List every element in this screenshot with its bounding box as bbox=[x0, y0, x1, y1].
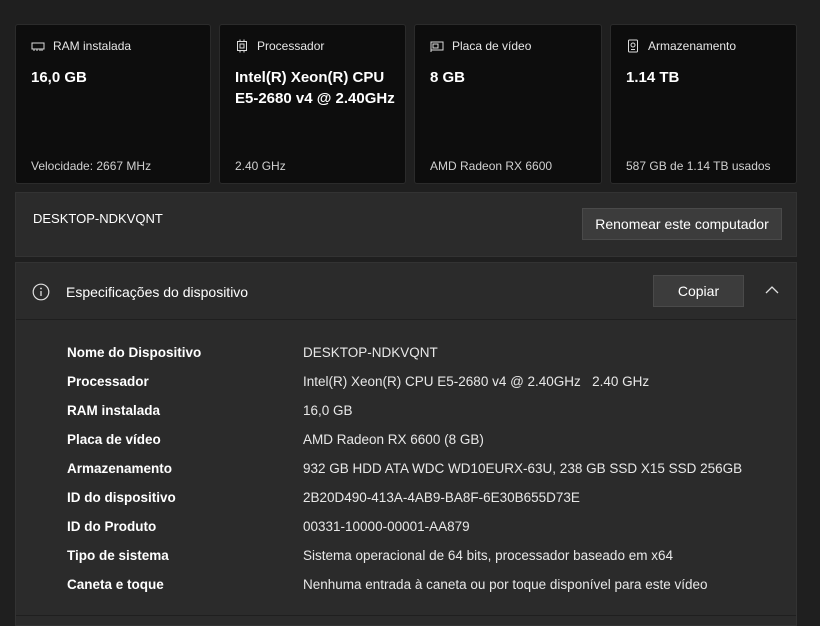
ram-icon bbox=[31, 42, 45, 51]
gpu-card-header: Placa de vídeo bbox=[430, 39, 531, 53]
processor-card-value: Intel(R) Xeon(R) CPU E5-2680 v4 @ 2.40GH… bbox=[235, 69, 395, 107]
processor-icon bbox=[237, 39, 247, 53]
gpu-card: Placa de vídeo 8 GB AMD Radeon RX 6600 bbox=[414, 24, 602, 184]
info-icon bbox=[32, 283, 50, 301]
ram-card-title: RAM instalada bbox=[53, 39, 132, 53]
computer-name-panel: DESKTOP-NDKVQNT Renomear este computador bbox=[15, 192, 797, 257]
storage-card-footer: 587 GB de 1.14 TB usados bbox=[626, 159, 771, 173]
spec-label: Nome do Dispositivo bbox=[67, 345, 202, 360]
spec-value: DESKTOP-NDKVQNT bbox=[303, 345, 438, 360]
gpu-card-title: Placa de vídeo bbox=[452, 39, 532, 53]
spec-value: 2B20D490-413A-4AB9-BA8F-6E30B655D73E bbox=[303, 490, 580, 505]
spec-label: ID do dispositivo bbox=[67, 490, 176, 505]
spec-label: ID do Produto bbox=[67, 519, 157, 534]
rename-computer-button[interactable]: Renomear este computador bbox=[582, 208, 782, 240]
ram-card-value: 16,0 GB bbox=[31, 69, 87, 86]
spec-label: Processador bbox=[67, 374, 149, 389]
device-specs-title: Especificações do dispositivo bbox=[66, 284, 249, 300]
spec-label: Caneta e toque bbox=[67, 577, 164, 592]
gpu-icon bbox=[430, 41, 444, 52]
storage-card: Armazenamento 1.14 TB 587 GB de 1.14 TB … bbox=[610, 24, 797, 184]
spec-value: Nenhuma entrada à caneta ou por toque di… bbox=[303, 577, 708, 592]
spec-label: Placa de vídeo bbox=[67, 432, 161, 447]
spec-value: 00331-10000-00001-AA879 bbox=[303, 519, 470, 534]
spec-label: Tipo de sistema bbox=[67, 548, 169, 563]
processor-card-footer: 2.40 GHz bbox=[235, 159, 286, 173]
device-specs-panel: Especificações do dispositivo Copiar Nom… bbox=[15, 262, 797, 626]
storage-card-header: Armazenamento bbox=[626, 39, 736, 53]
device-specs-header[interactable]: Especificações do dispositivo Copiar bbox=[16, 263, 796, 320]
spec-value: 16,0 GB bbox=[303, 403, 353, 418]
storage-card-value: 1.14 TB bbox=[626, 69, 680, 86]
gpu-card-value: 8 GB bbox=[430, 69, 466, 86]
spec-value: AMD Radeon RX 6600 (8 GB) bbox=[303, 432, 484, 447]
spec-label: RAM instalada bbox=[67, 403, 161, 418]
spec-value: Sistema operacional de 64 bits, processa… bbox=[303, 548, 673, 563]
ram-card: RAM instalada 16,0 GB Velocidade: 2667 M… bbox=[15, 24, 211, 184]
storage-card-title: Armazenamento bbox=[648, 39, 737, 53]
spec-value: Intel(R) Xeon(R) CPU E5-2680 v4 @ 2.40GH… bbox=[303, 374, 650, 389]
storage-icon bbox=[628, 39, 638, 53]
divider bbox=[16, 615, 796, 616]
spec-value: 932 GB HDD ATA WDC WD10EURX-63U, 238 GB … bbox=[303, 461, 743, 476]
processor-card-header: Processador bbox=[235, 39, 324, 53]
gpu-card-footer: AMD Radeon RX 6600 bbox=[430, 159, 553, 173]
processor-card: Processador Intel(R) Xeon(R) CPU E5-2680… bbox=[219, 24, 406, 184]
chevron-up-icon[interactable] bbox=[764, 282, 780, 298]
processor-card-title: Processador bbox=[257, 39, 325, 53]
copy-button[interactable]: Copiar bbox=[653, 275, 744, 307]
ram-card-header: RAM instalada bbox=[31, 39, 131, 53]
computer-name: DESKTOP-NDKVQNT bbox=[33, 211, 163, 226]
spec-label: Armazenamento bbox=[67, 461, 173, 476]
ram-card-footer: Velocidade: 2667 MHz bbox=[31, 159, 152, 173]
